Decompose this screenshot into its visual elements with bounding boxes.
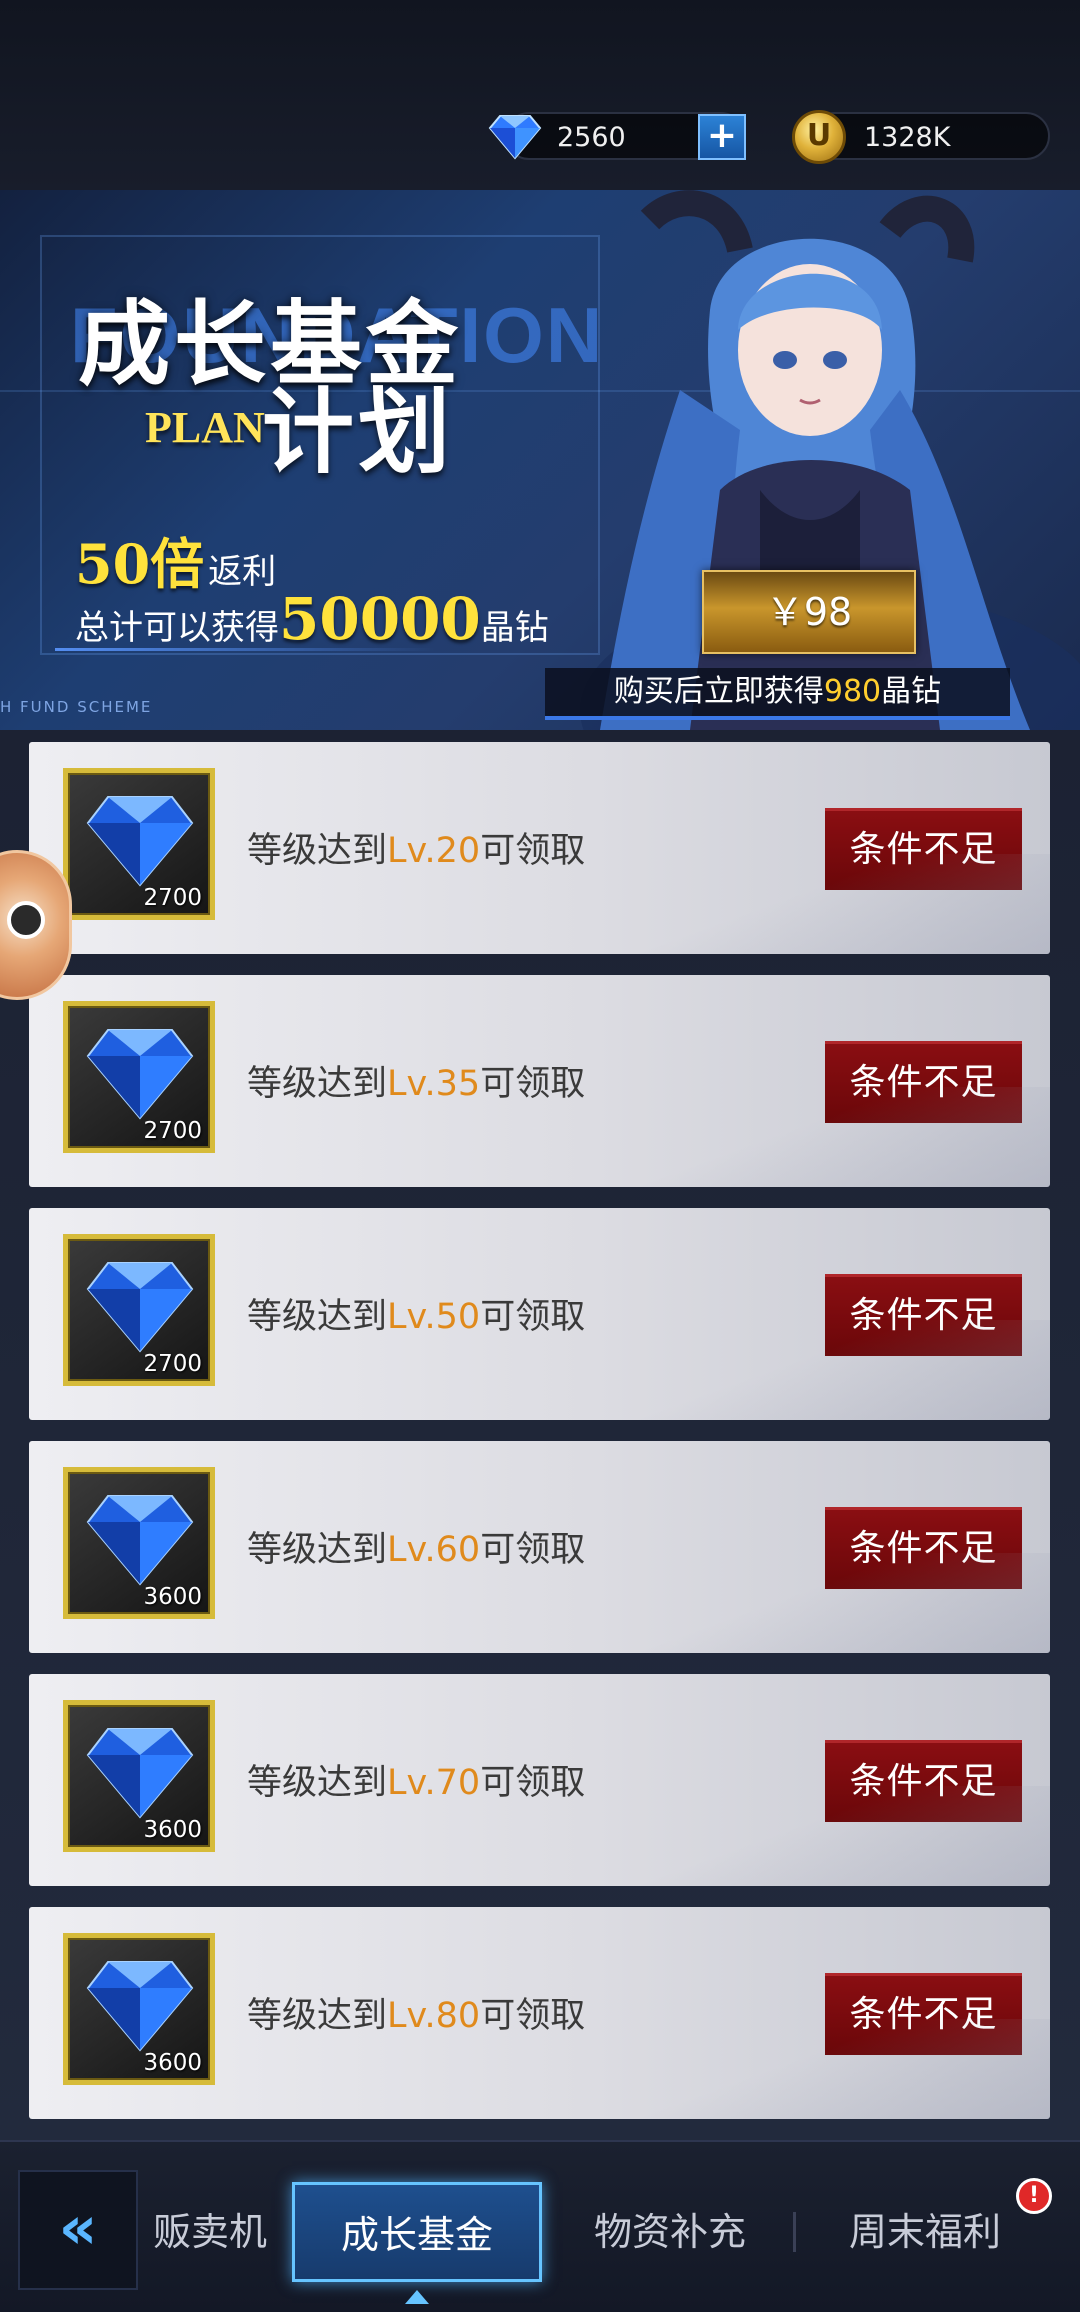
condition-suffix: 可领取 xyxy=(480,1064,586,1104)
reward-item[interactable]: 2700 xyxy=(63,1234,215,1386)
growth-fund-banner: FOUNDATION 成长基金 计划 PLAN 50倍 返利 总计可以获得5000… xyxy=(0,190,1080,730)
claim-button[interactable]: 条件不足 xyxy=(825,1507,1022,1589)
condition-level: Lv.80 xyxy=(387,1996,481,2036)
condition-suffix: 可领取 xyxy=(480,1530,586,1570)
purchase-button[interactable]: ￥98 xyxy=(702,570,916,654)
claim-button[interactable]: 条件不足 xyxy=(825,1973,1022,2055)
floating-assistant-avatar[interactable] xyxy=(0,850,72,1000)
tab-supply[interactable]: 物资补充 xyxy=(570,2182,770,2282)
plus-icon: + xyxy=(706,115,738,156)
diamond-count: 2560 xyxy=(557,122,626,153)
reward-amount: 3600 xyxy=(143,2050,202,2076)
tab-weekend-benefits[interactable]: 周末福利 xyxy=(820,2182,1030,2282)
purchase-note-suffix: 晶钻 xyxy=(881,674,942,709)
coin-balance: 1328K xyxy=(810,112,1050,160)
reward-amount: 2700 xyxy=(143,1351,202,1377)
back-chevrons-icon: « xyxy=(58,2193,98,2263)
purchase-note: 购买后立即获得980晶钻 xyxy=(545,668,1010,720)
total-amount: 50000 xyxy=(279,585,481,653)
reward-condition: 等级达到Lv.60可领取 xyxy=(247,1521,585,1572)
tab-growth-fund[interactable]: 成长基金 xyxy=(292,2182,542,2282)
purchase-note-prefix: 购买后立即获得 xyxy=(613,674,824,709)
reward-item[interactable]: 2700 xyxy=(63,768,215,920)
coin-count: 1328K xyxy=(864,122,951,153)
diamond-icon xyxy=(86,1495,194,1586)
condition-level: Lv.70 xyxy=(387,1763,481,1803)
reward-row: 2700 等级达到Lv.20可领取 条件不足 xyxy=(29,742,1050,954)
reward-condition: 等级达到Lv.50可领取 xyxy=(247,1288,585,1339)
total-suffix: 晶钻 xyxy=(480,608,549,648)
banner-title-sub: 计划 xyxy=(262,378,455,486)
reward-item[interactable]: 3600 xyxy=(63,1467,215,1619)
condition-suffix: 可领取 xyxy=(480,1763,586,1803)
condition-level: Lv.35 xyxy=(387,1064,481,1104)
currency-bar: 2560 + 1328K U xyxy=(0,0,1080,190)
reward-condition: 等级达到Lv.80可领取 xyxy=(247,1987,585,2038)
condition-suffix: 可领取 xyxy=(480,831,586,871)
reward-row: 3600 等级达到Lv.60可领取 条件不足 xyxy=(29,1441,1050,1653)
alert-icon: ! xyxy=(1016,2178,1052,2214)
coin-icon: U xyxy=(792,110,846,164)
reward-row: 2700 等级达到Lv.35可领取 条件不足 xyxy=(29,975,1050,1187)
reward-condition: 等级达到Lv.35可领取 xyxy=(247,1055,585,1106)
reward-amount: 3600 xyxy=(143,1584,202,1610)
total-prefix: 总计可以获得 xyxy=(75,608,279,648)
reward-row: 3600 等级达到Lv.70可领取 条件不足 xyxy=(29,1674,1050,1886)
reward-amount: 2700 xyxy=(143,885,202,911)
claim-button[interactable]: 条件不足 xyxy=(825,1274,1022,1356)
back-button[interactable]: « xyxy=(18,2170,138,2290)
reward-item[interactable]: 3600 xyxy=(63,1700,215,1852)
condition-level: Lv.50 xyxy=(387,1297,481,1337)
reward-row: 3600 等级达到Lv.80可领取 条件不足 xyxy=(29,1907,1050,2119)
bottom-tab-bar: « 贩卖机 成长基金 物资补充 周末福利 ! xyxy=(0,2140,1080,2312)
total-underline xyxy=(55,648,435,651)
diamond-icon xyxy=(86,796,194,887)
diamond-icon xyxy=(86,1961,194,2052)
condition-level: Lv.60 xyxy=(387,1530,481,1570)
condition-level: Lv.20 xyxy=(387,831,481,871)
condition-prefix: 等级达到 xyxy=(247,1064,388,1104)
diamond-icon xyxy=(86,1728,194,1819)
reward-item[interactable]: 2700 xyxy=(63,1001,215,1153)
active-tab-indicator xyxy=(405,2290,429,2304)
claim-button[interactable]: 条件不足 xyxy=(825,1740,1022,1822)
tab-vending-machine[interactable]: 贩卖机 xyxy=(140,2182,280,2282)
reward-list[interactable]: 2700 等级达到Lv.20可领取 条件不足 2700 等级达到Lv.35可领取… xyxy=(0,730,1080,2140)
claim-button[interactable]: 条件不足 xyxy=(825,808,1022,890)
claim-button[interactable]: 条件不足 xyxy=(825,1041,1022,1123)
tab-divider xyxy=(793,2212,796,2252)
reward-amount: 2700 xyxy=(143,1118,202,1144)
scheme-caption: H FUND SCHEME xyxy=(0,698,153,716)
condition-prefix: 等级达到 xyxy=(247,1996,388,2036)
condition-prefix: 等级达到 xyxy=(247,1297,388,1337)
add-diamonds-button[interactable]: + xyxy=(698,114,746,160)
diamond-icon xyxy=(86,1262,194,1353)
reward-row: 2700 等级达到Lv.50可领取 条件不足 xyxy=(29,1208,1050,1420)
diamond-icon xyxy=(86,1029,194,1120)
purchase-note-amount: 980 xyxy=(823,674,882,709)
reward-condition: 等级达到Lv.70可领取 xyxy=(247,1754,585,1805)
reward-item[interactable]: 3600 xyxy=(63,1933,215,2085)
diamond-icon xyxy=(488,115,542,160)
banner-plan-label: PLAN xyxy=(145,403,265,452)
condition-prefix: 等级达到 xyxy=(247,1763,388,1803)
reward-amount: 3600 xyxy=(143,1817,202,1843)
rebate-line: 50倍 返利 xyxy=(75,520,276,596)
condition-suffix: 可领取 xyxy=(480,1297,586,1337)
condition-prefix: 等级达到 xyxy=(247,831,388,871)
total-line: 总计可以获得50000晶钻 xyxy=(75,585,549,653)
condition-suffix: 可领取 xyxy=(480,1996,586,2036)
condition-prefix: 等级达到 xyxy=(247,1530,388,1570)
assistant-eye-icon xyxy=(7,901,45,939)
reward-condition: 等级达到Lv.20可领取 xyxy=(247,822,585,873)
